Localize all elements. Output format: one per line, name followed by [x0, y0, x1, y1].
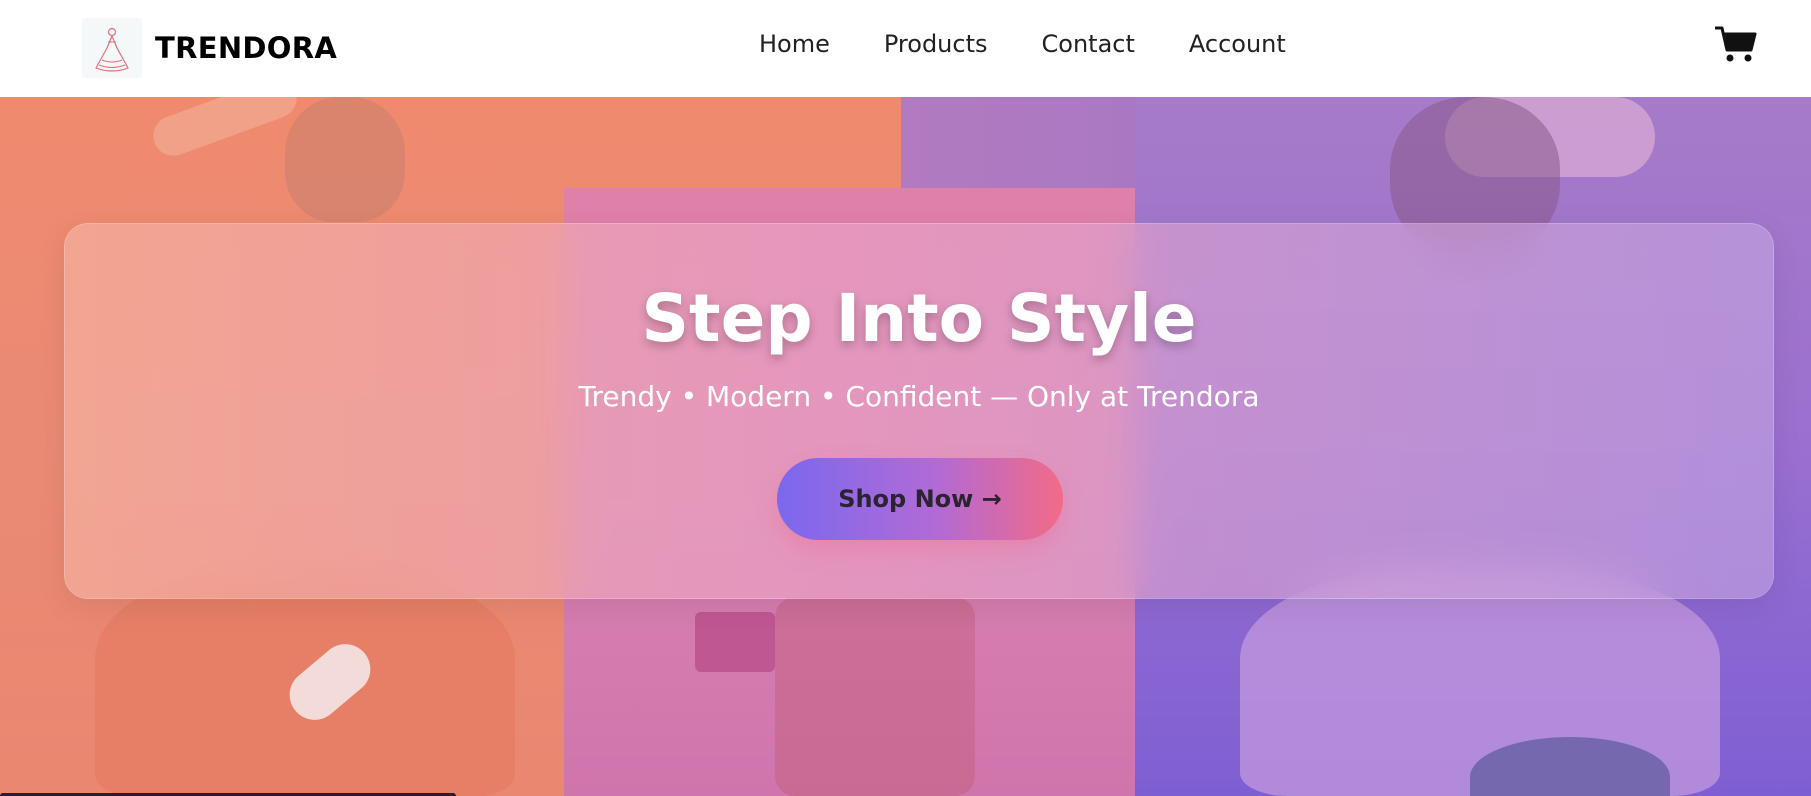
model-head-shape [285, 97, 405, 222]
brand-name: TRENDORA [155, 31, 338, 65]
model-handbag-shape [695, 612, 775, 672]
hero-subtitle: Trendy • Modern • Confident — Only at Tr… [578, 380, 1260, 413]
hero-title: Step Into Style [641, 280, 1197, 357]
model-pants-shape [775, 597, 975, 796]
brand-logo-link[interactable]: TRENDORA [82, 18, 337, 78]
nav-products[interactable]: Products [884, 30, 988, 58]
hero-section: Step Into Style Trendy • Modern • Confid… [0, 97, 1811, 796]
nav-account[interactable]: Account [1189, 30, 1286, 58]
nav-home[interactable]: Home [759, 30, 830, 58]
hero-glass-card: Step Into Style Trendy • Modern • Confid… [64, 223, 1774, 599]
nav-contact[interactable]: Contact [1042, 30, 1135, 58]
dress-logo-icon [82, 18, 142, 78]
top-navbar: TRENDORA Home Products Contact Account [0, 0, 1811, 97]
shopping-cart-icon[interactable] [1713, 24, 1757, 64]
shop-now-button[interactable]: Shop Now → [777, 458, 1063, 540]
main-nav: Home Products Contact Account [759, 30, 1340, 58]
